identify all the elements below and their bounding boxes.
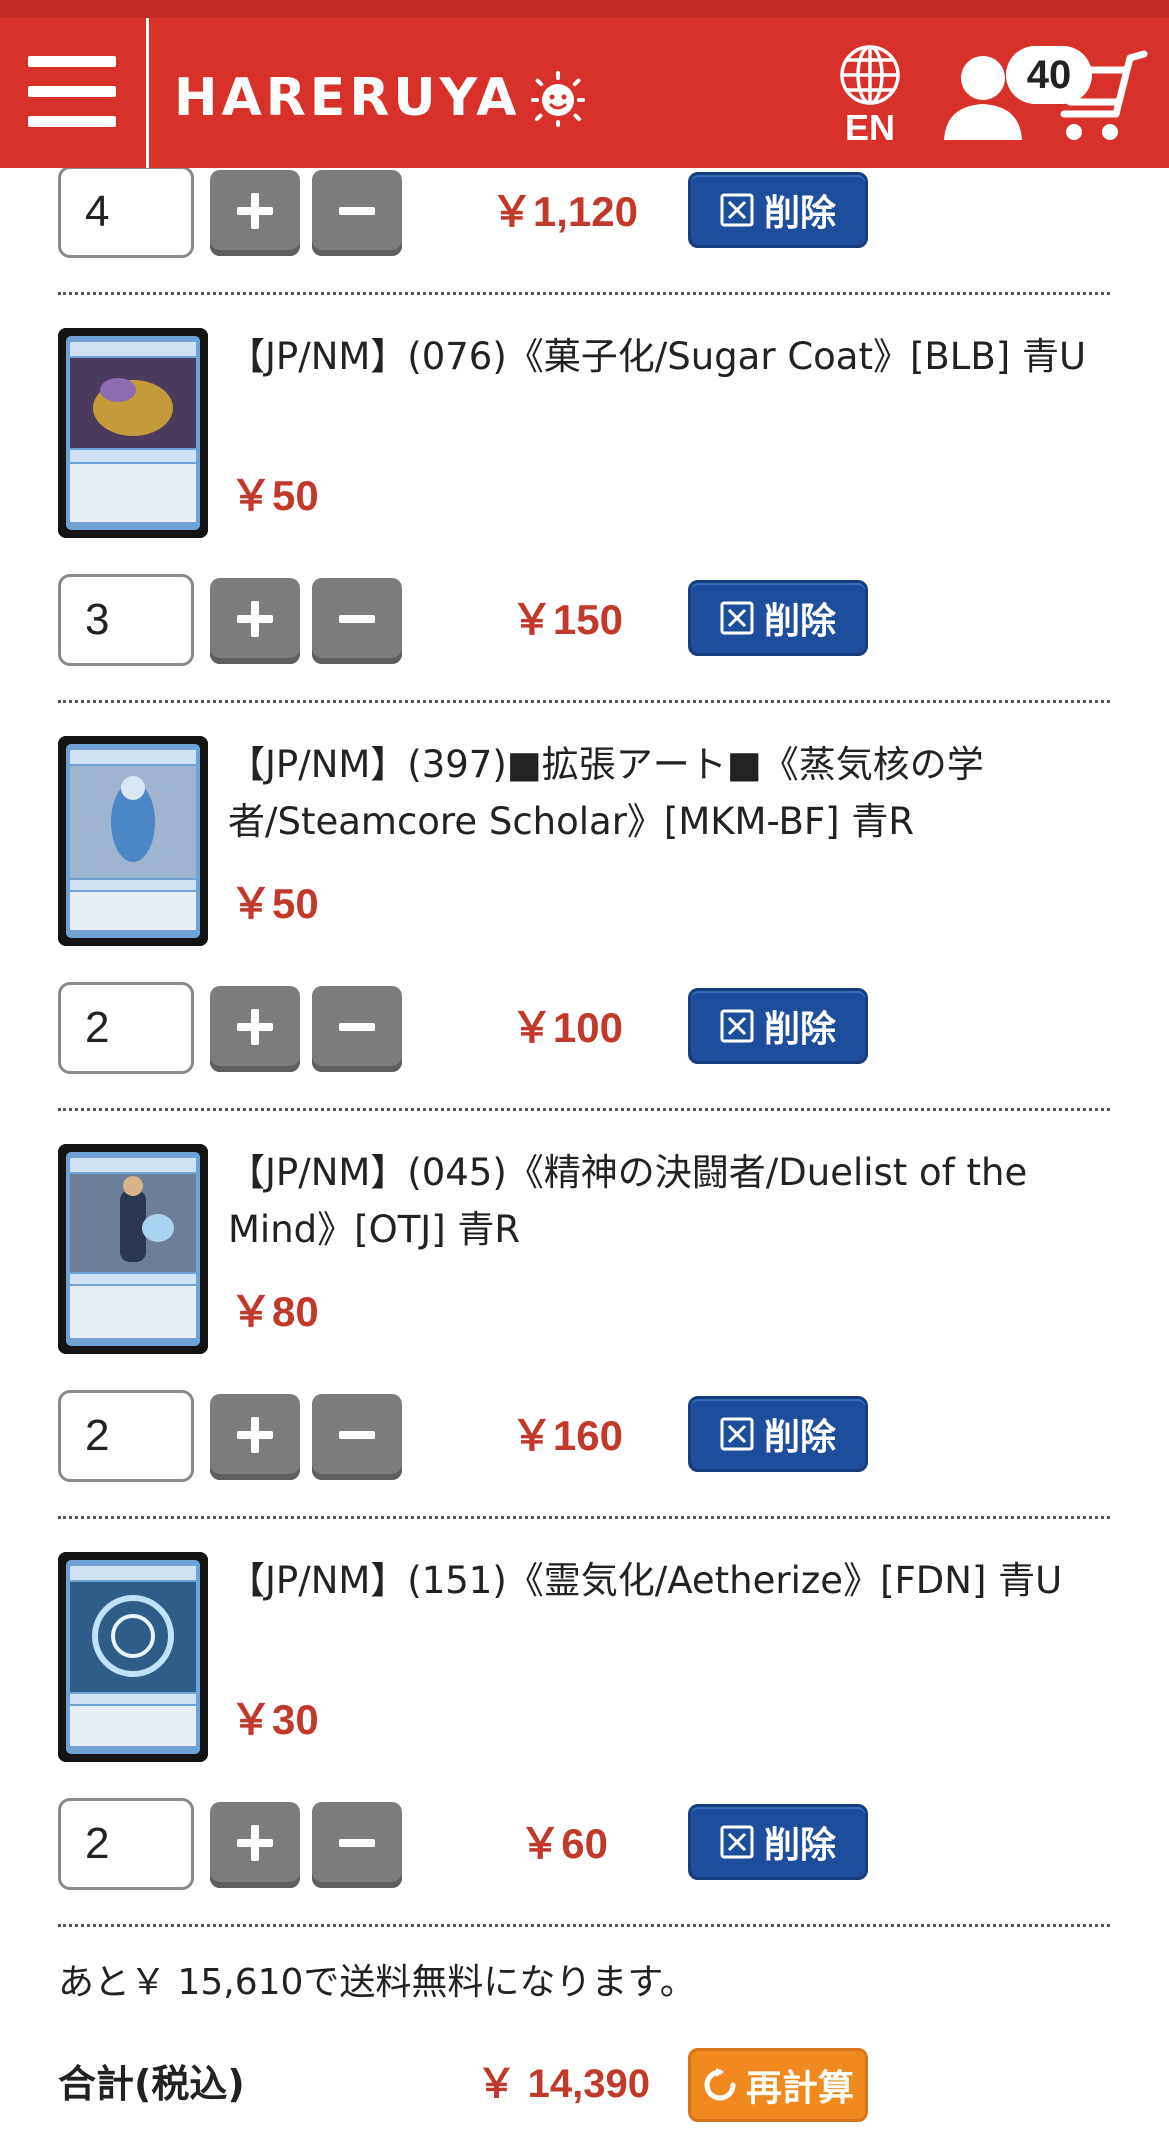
minus-icon [339, 207, 375, 215]
total-value: ￥ 14,390 [476, 2062, 650, 2106]
minus-icon [339, 1023, 375, 1031]
cart-item: 【JP/NM】(045)《精神の決闘者/Duelist of the Mind》… [58, 1144, 1118, 1354]
delete-icon [720, 1009, 754, 1043]
quantity-input[interactable]: 3 [58, 574, 194, 666]
product-title[interactable]: 【JP/NM】(397)■拡張アート■《蒸気核の学者/Steamcore Sch… [228, 736, 1108, 850]
hamburger-menu-icon[interactable] [28, 52, 118, 132]
cart-row-controls: 2 ￥100 削除 [58, 982, 1118, 1078]
row-divider [58, 700, 1110, 703]
delete-button[interactable]: 削除 [688, 1396, 868, 1472]
plus-icon [237, 1825, 273, 1861]
plus-icon [237, 601, 273, 637]
increase-quantity-button[interactable] [210, 578, 300, 664]
recalculate-button[interactable]: 再計算 [688, 2048, 868, 2122]
unit-price: ￥80 [230, 1288, 319, 1335]
delete-button[interactable]: 削除 [688, 580, 868, 656]
increase-quantity-button[interactable] [210, 1394, 300, 1480]
quantity-input[interactable]: 4 [58, 166, 194, 258]
delete-icon [720, 1417, 754, 1451]
delete-label: 削除 [763, 1417, 836, 1458]
unit-price: ￥50 [230, 880, 319, 927]
delete-button[interactable]: 削除 [688, 172, 868, 248]
increase-quantity-button[interactable] [210, 1802, 300, 1888]
product-title[interactable]: 【JP/NM】(076)《菓子化/Sugar Coat》[BLB] 青U [228, 328, 1108, 385]
increase-quantity-button[interactable] [210, 986, 300, 1072]
decrease-quantity-button[interactable] [312, 1394, 402, 1480]
quantity-input[interactable]: 2 [58, 1798, 194, 1890]
language-label: EN [844, 107, 895, 148]
card-image[interactable] [58, 328, 208, 538]
refresh-icon [704, 2068, 736, 2101]
recalculate-label: 再計算 [745, 2068, 854, 2109]
unit-price: ￥30 [230, 1696, 319, 1743]
quantity-input[interactable]: 2 [58, 1390, 194, 1482]
product-title[interactable]: 【JP/NM】(045)《精神の決闘者/Duelist of the Mind》… [228, 1144, 1108, 1258]
cart-item: 【JP/NM】(397)■拡張アート■《蒸気核の学者/Steamcore Sch… [58, 736, 1118, 946]
header-divider [146, 18, 149, 168]
header-top-strip [0, 0, 1169, 18]
line-total: ￥100 [510, 1004, 623, 1051]
unit-price: ￥50 [230, 472, 319, 519]
cart-row-controls: 3 ￥150 削除 [58, 574, 1118, 670]
row-divider [58, 1924, 1110, 1927]
delete-button[interactable]: 削除 [688, 988, 868, 1064]
cart-row-controls: 4 ￥1,120 削除 [58, 166, 1118, 262]
delete-label: 削除 [763, 601, 836, 642]
product-title[interactable]: 【JP/NM】(151)《霊気化/Aetherize》[FDN] 青U [228, 1552, 1108, 1609]
cart-item: 【JP/NM】(076)《菓子化/Sugar Coat》[BLB] 青U ￥50 [58, 328, 1118, 538]
cart-item: 【JP/NM】(151)《霊気化/Aetherize》[FDN] 青U ￥30 [58, 1552, 1118, 1762]
plus-icon [237, 1009, 273, 1045]
minus-icon [339, 1431, 375, 1439]
plus-icon [237, 193, 273, 229]
site-header: HARERUYA EN 40 [0, 0, 1169, 168]
free-shipping-note: あと￥ 15,610で送料無料になります。 [58, 1962, 696, 2003]
cart-row-controls: 2 ￥160 削除 [58, 1390, 1118, 1486]
delete-label: 削除 [763, 193, 836, 234]
logo-text: HARERUYA [174, 68, 521, 128]
delete-icon [720, 1825, 754, 1859]
delete-icon [720, 601, 754, 635]
cart-row-controls: 2 ￥60 削除 [58, 1798, 1118, 1894]
row-divider [58, 1516, 1110, 1519]
delete-icon [720, 193, 754, 227]
logo-sun-icon [530, 71, 585, 127]
line-total: ￥60 [519, 1820, 608, 1867]
delete-label: 削除 [763, 1009, 836, 1050]
plus-icon [237, 1417, 273, 1453]
line-total: ￥1,120 [490, 188, 638, 235]
globe-icon [840, 45, 900, 105]
card-image[interactable] [58, 1552, 208, 1762]
row-divider [58, 292, 1110, 295]
delete-button[interactable]: 削除 [688, 1804, 868, 1880]
card-image[interactable] [58, 736, 208, 946]
decrease-quantity-button[interactable] [312, 986, 402, 1072]
quantity-input[interactable]: 2 [58, 982, 194, 1074]
card-image[interactable] [58, 1144, 208, 1354]
decrease-quantity-button[interactable] [312, 578, 402, 664]
cart-count-badge: 40 [1006, 46, 1092, 104]
decrease-quantity-button[interactable] [312, 170, 402, 256]
site-logo[interactable]: HARERUYA [174, 68, 587, 128]
increase-quantity-button[interactable] [210, 170, 300, 256]
total-label: 合計(税込) [58, 2062, 245, 2106]
line-total: ￥150 [510, 596, 623, 643]
delete-label: 削除 [763, 1825, 836, 1866]
minus-icon [339, 615, 375, 623]
line-total: ￥160 [510, 1412, 623, 1459]
row-divider [58, 1108, 1110, 1111]
language-switch[interactable]: EN [832, 44, 908, 154]
